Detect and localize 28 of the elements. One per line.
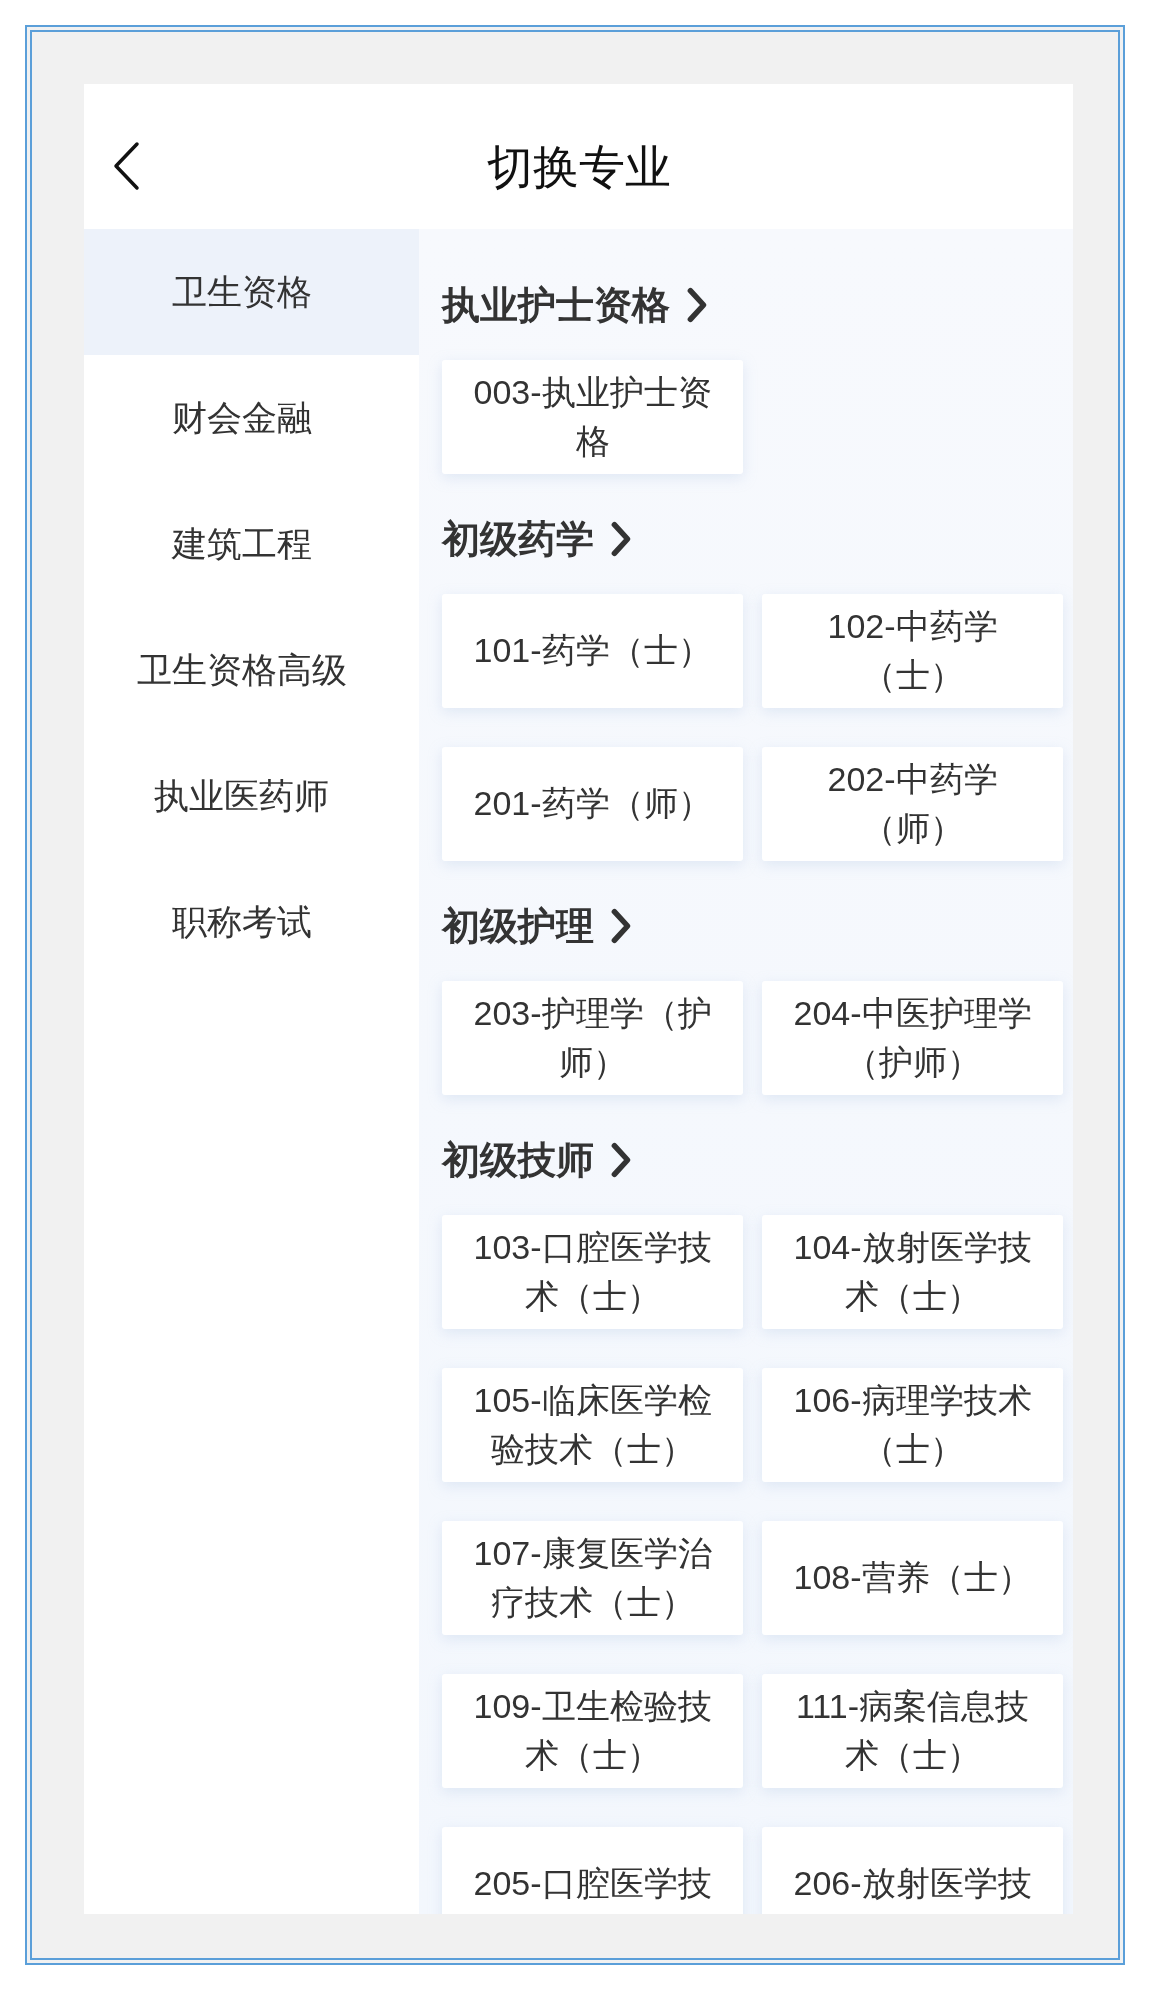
section-title[interactable]: 初级药学 [442,513,594,565]
major-option[interactable]: 111-病案信息技 术（士） [762,1674,1063,1788]
section-title[interactable]: 初级护理 [442,900,594,952]
back-icon[interactable] [112,141,140,191]
page-title: 切换专业 [486,139,671,195]
chevron-icon[interactable] [686,285,708,325]
sidebar-item[interactable]: 卫生资格 [84,229,419,355]
major-option[interactable]: 201-药学（师） [442,747,743,861]
major-option[interactable]: 105-临床医学检 验技术（士） [442,1368,743,1482]
major-option[interactable]: 204-中医护理学 （护师） [762,981,1063,1095]
chevron-icon[interactable] [610,906,632,946]
major-option[interactable]: 109-卫生检验技 术（士） [442,1674,743,1788]
major-option[interactable]: 003-执业护士资 格 [442,360,743,474]
major-option[interactable]: 103-口腔医学技 术（士） [442,1215,743,1329]
major-option[interactable]: 205-口腔医学技 [442,1827,743,1914]
major-option[interactable]: 102-中药学 （士） [762,594,1063,708]
major-option[interactable]: 107-康复医学治 疗技术（士） [442,1521,743,1635]
major-option[interactable]: 108-营养（士） [762,1521,1063,1635]
major-option[interactable]: 106-病理学技术 （士） [762,1368,1063,1482]
section-title[interactable]: 执业护士资格 [442,279,670,331]
major-option[interactable]: 101-药学（士） [442,594,743,708]
major-option[interactable]: 206-放射医学技 [762,1827,1063,1914]
major-option[interactable]: 104-放射医学技 术（士） [762,1215,1063,1329]
major-option[interactable]: 203-护理学（护 师） [442,981,743,1095]
chevron-icon[interactable] [610,1140,632,1180]
major-option[interactable]: 202-中药学 （师） [762,747,1063,861]
chevron-icon[interactable] [610,519,632,559]
section-title[interactable]: 初级技师 [442,1134,594,1186]
